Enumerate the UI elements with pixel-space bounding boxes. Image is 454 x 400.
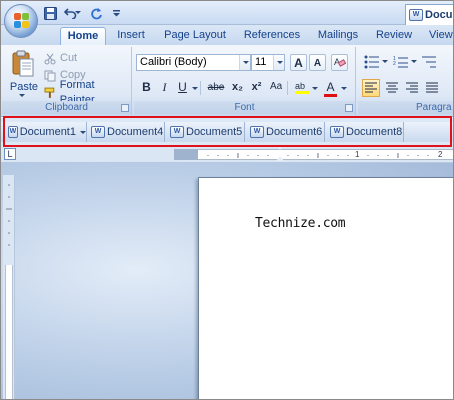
- highlight-annotation: [3, 116, 452, 147]
- font-color-label: A: [326, 80, 335, 94]
- tab-page-layout[interactable]: Page Layout: [161, 27, 229, 45]
- tab-view[interactable]: View: [429, 27, 453, 45]
- align-left-icon[interactable]: [362, 79, 380, 97]
- font-launcher-icon[interactable]: [345, 104, 353, 112]
- tab-review[interactable]: Review: [371, 27, 417, 45]
- document-tab-active[interactable]: W Docu: [405, 4, 453, 25]
- multilevel-list-icon[interactable]: [420, 53, 438, 71]
- clear-formatting-button[interactable]: A: [331, 54, 348, 71]
- document-page[interactable]: Technize.com: [198, 177, 453, 399]
- vertical-ruler: [3, 175, 15, 399]
- hanging-indent-marker[interactable]: [276, 156, 284, 161]
- repeat-icon[interactable]: [87, 5, 105, 21]
- scissors-icon: [44, 53, 56, 64]
- svg-text:Aa: Aa: [270, 81, 282, 91]
- strikethrough-button[interactable]: abe: [204, 79, 228, 96]
- copy-icon: [44, 70, 56, 81]
- underline-button[interactable]: U: [174, 79, 191, 96]
- change-case-icon: Aa: [270, 81, 283, 92]
- align-right-icon[interactable]: [403, 79, 421, 97]
- clipboard-launcher-icon[interactable]: [121, 104, 129, 112]
- highlighter-icon: ab: [294, 81, 309, 94]
- font-name-select[interactable]: Calibri (Body): [136, 54, 251, 71]
- ruler-body: 1 2: [198, 149, 453, 160]
- font-size-value: 11: [255, 56, 267, 68]
- font-separator-2: [287, 81, 288, 95]
- shrink-font-button[interactable]: A: [309, 54, 326, 71]
- highlight-dropdown-icon[interactable]: [312, 87, 318, 90]
- font-size-dropdown-icon[interactable]: [273, 55, 284, 70]
- customize-toolbar-icon[interactable]: [111, 5, 121, 21]
- svg-text:ab: ab: [295, 81, 305, 91]
- font-name-dropdown-icon[interactable]: [239, 55, 250, 70]
- clear-formatting-icon: A: [334, 57, 347, 67]
- cut-label: Cut: [60, 52, 78, 64]
- grow-font-label: A: [294, 56, 303, 70]
- superscript-button[interactable]: x²: [248, 79, 265, 96]
- underline-dropdown-icon[interactable]: [192, 87, 198, 90]
- grow-font-button[interactable]: A: [290, 54, 307, 71]
- tab-mailings[interactable]: Mailings: [312, 27, 364, 45]
- office-button[interactable]: [4, 4, 38, 38]
- text-highlight-button[interactable]: ab: [293, 79, 310, 96]
- vertical-ruler-body: [5, 265, 13, 399]
- page-text: Technize.com: [255, 216, 346, 231]
- tab-selector[interactable]: L: [4, 148, 16, 160]
- subscript-button[interactable]: x₂: [229, 79, 246, 96]
- ribbon-tab-row: Home Insert Page Layout References Maili…: [1, 25, 453, 45]
- cut-button[interactable]: Cut: [44, 51, 77, 66]
- word-doc-icon: W: [409, 9, 423, 21]
- paste-icon[interactable]: [10, 50, 36, 78]
- document-workspace: Technize.com: [1, 163, 453, 399]
- font-size-select[interactable]: 11: [251, 54, 285, 71]
- font-color-dropdown-icon[interactable]: [341, 87, 347, 90]
- paragraph-group-label: Paragra: [358, 101, 453, 114]
- bullets-icon[interactable]: [363, 53, 381, 71]
- font-group: Calibri (Body) 11 A A A B I U abe x₂ x² …: [134, 47, 356, 115]
- undo-dropdown-icon[interactable]: [74, 5, 82, 21]
- bold-button[interactable]: B: [138, 79, 155, 96]
- save-icon[interactable]: [41, 5, 59, 21]
- tab-references[interactable]: References: [239, 27, 305, 45]
- paste-button[interactable]: Paste: [8, 81, 40, 93]
- italic-button[interactable]: I: [156, 79, 173, 96]
- font-name-value: Calibri (Body): [140, 56, 207, 68]
- change-case-button[interactable]: Aa: [267, 79, 284, 96]
- clipboard-group: Paste Cut Copy Format Painter Clipboard: [2, 47, 132, 115]
- tab-insert[interactable]: Insert: [111, 27, 151, 45]
- ruler-number-1: 1: [355, 150, 360, 159]
- svg-text:2: 2: [393, 61, 396, 67]
- paragraph-group: 12 Paragra: [358, 47, 453, 115]
- ruler-number-2: 2: [438, 150, 443, 159]
- title-bar: [1, 1, 453, 25]
- font-color-swatch: [324, 94, 337, 97]
- font-group-label: Font: [134, 101, 355, 114]
- ruler-margin: [174, 149, 198, 160]
- office-logo-icon: [14, 13, 30, 29]
- tab-home[interactable]: Home: [60, 27, 106, 45]
- clipboard-group-label: Clipboard: [2, 101, 131, 114]
- shrink-font-label: A: [313, 58, 322, 69]
- paintbrush-icon: [44, 87, 55, 98]
- justify-icon[interactable]: [423, 79, 441, 97]
- paste-dropdown-icon[interactable]: [19, 94, 25, 97]
- format-painter-button[interactable]: Format Painter: [44, 79, 131, 106]
- bullets-dropdown-icon[interactable]: [382, 60, 388, 63]
- numbering-icon[interactable]: 12: [392, 53, 410, 71]
- ribbon: Paste Cut Copy Format Painter Clipboard …: [1, 45, 453, 117]
- document-tab-label: Docu: [425, 9, 453, 21]
- horizontal-ruler: L 1 2: [1, 145, 453, 163]
- font-separator: [200, 81, 201, 95]
- word-window: Home Insert Page Layout References Maili…: [0, 0, 454, 400]
- align-center-icon[interactable]: [383, 79, 401, 97]
- numbering-dropdown-icon[interactable]: [411, 60, 417, 63]
